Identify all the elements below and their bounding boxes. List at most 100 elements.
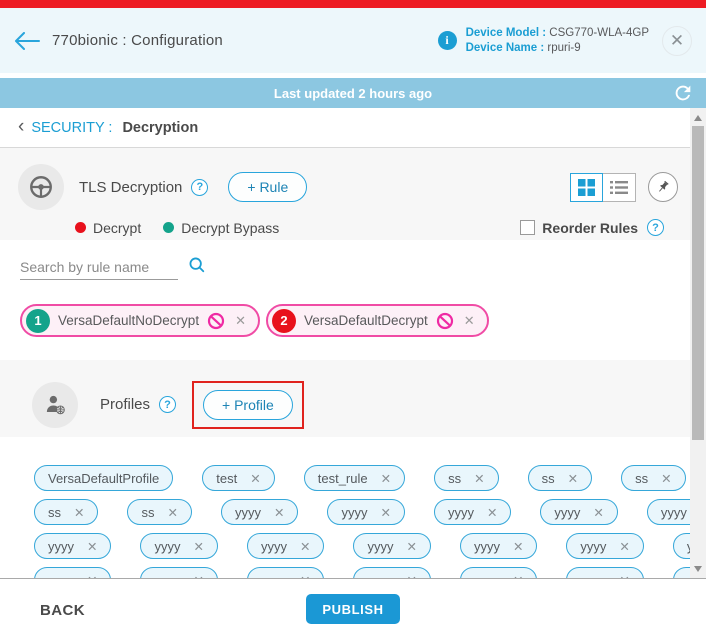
legend-label: Decrypt Bypass — [181, 219, 280, 236]
profile-chip[interactable]: yyyy✕ — [646, 499, 690, 525]
remove-profile-icon[interactable]: ✕ — [568, 471, 578, 486]
remove-profile-icon[interactable]: ✕ — [87, 573, 97, 579]
remove-profile-icon[interactable]: ✕ — [167, 505, 177, 520]
back-arrow-icon[interactable] — [14, 29, 44, 53]
profile-chip[interactable]: yyyy✕ — [327, 499, 405, 525]
profile-chip[interactable]: yyyy✕ — [353, 567, 431, 579]
info-icon: i — [437, 31, 457, 50]
breadcrumb-chevron-icon[interactable]: ‹ — [18, 117, 24, 136]
profile-chip[interactable]: yyyy✕ — [140, 533, 218, 559]
remove-profile-icon[interactable]: ✕ — [193, 573, 203, 579]
profile-chip[interactable]: yyyy ✕ — [566, 567, 644, 579]
profile-chip[interactable]: yyyy✕ — [566, 533, 644, 559]
profile-chip-label: yyyy — [474, 573, 500, 579]
profile-chip[interactable]: ss ✕ — [527, 465, 593, 491]
profile-chip[interactable]: yyyy✕ — [672, 533, 690, 559]
profile-chip[interactable]: yyyy✕ — [540, 499, 618, 525]
remove-profile-icon[interactable]: ✕ — [74, 505, 84, 520]
profile-chip[interactable]: yyyy✕ — [34, 567, 112, 579]
reorder-help-icon[interactable]: ? — [647, 219, 664, 236]
remove-profile-icon[interactable]: ✕ — [250, 471, 260, 486]
device-name-label: Device Name : — [465, 41, 545, 54]
remove-profile-icon[interactable]: ✕ — [193, 539, 203, 554]
reorder-rules-checkbox[interactable] — [520, 220, 536, 235]
profile-chip[interactable]: yyyy✕ — [459, 533, 538, 559]
remove-profile-icon[interactable]: ✕ — [474, 471, 484, 486]
profile-chip[interactable]: yyyy✕ — [353, 533, 431, 559]
tls-help-icon[interactable]: ? — [191, 178, 209, 196]
breadcrumb-security-link[interactable]: SECURITY : — [31, 120, 112, 136]
profile-chip[interactable]: test ✕ — [202, 465, 275, 491]
tls-decryption-icon — [18, 164, 64, 210]
device-name-value: rpuri-9 — [547, 41, 581, 54]
last-updated-bar: Last updated 2 hours ago — [0, 78, 706, 108]
pin-icon[interactable] — [648, 172, 678, 202]
remove-profile-icon[interactable]: ✕ — [487, 505, 497, 520]
remove-profile-icon[interactable]: ✕ — [406, 539, 416, 554]
profile-chip[interactable]: ss ✕ — [621, 465, 686, 491]
annotation-highlight-box: + Profile — [192, 380, 304, 429]
remove-profile-icon[interactable]: ✕ — [300, 573, 310, 579]
legend-label: Decrypt — [93, 219, 142, 236]
legend-dot — [163, 222, 175, 233]
remove-rule-icon[interactable]: ✕ — [464, 313, 475, 329]
search-input[interactable] — [20, 257, 178, 280]
scrollbar-up-icon[interactable] — [690, 110, 706, 125]
remove-profile-icon[interactable]: ✕ — [274, 505, 284, 520]
profile-chip-label: yyyy — [580, 573, 606, 579]
remove-profile-icon[interactable]: ✕ — [593, 505, 603, 520]
rule-number-badge: 2 — [271, 308, 296, 333]
profile-chip-label: ss — [48, 504, 61, 520]
grid-view-icon[interactable] — [570, 172, 603, 202]
remove-rule-icon[interactable]: ✕ — [235, 313, 246, 329]
dialog-header: 770bionic : Configuration i Device Model… — [0, 8, 706, 73]
no-decrypt-icon — [207, 312, 225, 330]
search-icon[interactable] — [188, 256, 206, 279]
profile-chip[interactable]: test_rule ✕ — [303, 465, 406, 491]
profile-chip-row: VersaDefaultProfile test ✕ test_rule ✕ ss ✕ ss ✕… — [34, 465, 686, 491]
profile-chip[interactable]: VersaDefaultProfile — [34, 465, 174, 491]
profile-chip[interactable]: ss ✕ — [434, 465, 499, 491]
profile-chip[interactable]: yyyy✕ — [672, 567, 690, 578]
profile-chip-label: test_rule — [317, 470, 368, 486]
back-button[interactable]: BACK — [40, 602, 85, 619]
vertical-scrollbar[interactable] — [690, 108, 706, 578]
remove-profile-icon[interactable]: ✕ — [381, 471, 391, 486]
remove-profile-icon[interactable]: ✕ — [406, 573, 416, 579]
profile-chip[interactable]: yyyy✕ — [140, 567, 218, 579]
profile-chip-label: ss — [541, 470, 555, 486]
breadcrumb: ‹ SECURITY : Decryption — [0, 108, 690, 148]
publish-button[interactable]: PUBLISH — [306, 594, 400, 624]
rule-chip[interactable]: 2 VersaDefaultDecrypt ✕ — [265, 304, 489, 337]
profile-chip[interactable]: ss ✕ — [127, 499, 192, 525]
profile-chip[interactable]: yyyy✕ — [246, 567, 325, 579]
remove-profile-icon[interactable]: ✕ — [513, 573, 523, 579]
rule-legend: Decrypt Decrypt Bypass — [75, 220, 279, 236]
list-view-icon[interactable] — [603, 172, 636, 202]
remove-profile-icon[interactable]: ✕ — [380, 505, 390, 520]
profile-chip[interactable]: yyyy ✕ — [459, 567, 538, 579]
profile-chip[interactable]: yyyy✕ — [246, 533, 325, 559]
profile-chip[interactable]: yyyy✕ — [220, 499, 299, 525]
legend-item: Decrypt — [75, 220, 141, 236]
remove-profile-icon[interactable]: ✕ — [87, 539, 97, 554]
profiles-help-icon[interactable]: ? — [159, 396, 177, 413]
remove-profile-icon[interactable]: ✕ — [661, 471, 671, 486]
profile-chip-row: yyyy✕yyyy✕yyyy✕yyyy✕yyyy✕yyyy✕yyyy✕ — [34, 567, 690, 579]
close-icon[interactable]: ✕ — [662, 25, 692, 56]
add-rule-button[interactable]: + Rule — [228, 172, 308, 202]
add-profile-button[interactable]: + Profile — [203, 389, 293, 420]
dialog-footer: BACK PUBLISH — [0, 579, 706, 642]
rule-chip[interactable]: 1 VersaDefaultNoDecrypt ✕ — [20, 304, 260, 337]
remove-profile-icon[interactable]: ✕ — [619, 539, 629, 554]
profile-chip[interactable]: yyyy✕ — [34, 533, 112, 559]
profile-chip[interactable]: yyyy✕ — [433, 499, 512, 525]
remove-profile-icon[interactable]: ✕ — [513, 539, 523, 554]
profile-chip[interactable]: ss ✕ — [34, 499, 99, 525]
refresh-icon[interactable] — [672, 82, 694, 104]
legend-dot — [75, 222, 86, 233]
scrollbar-thumb[interactable] — [692, 126, 704, 440]
remove-profile-icon[interactable]: ✕ — [300, 539, 310, 554]
scrollbar-down-icon[interactable] — [690, 561, 706, 576]
remove-profile-icon[interactable]: ✕ — [619, 573, 629, 579]
